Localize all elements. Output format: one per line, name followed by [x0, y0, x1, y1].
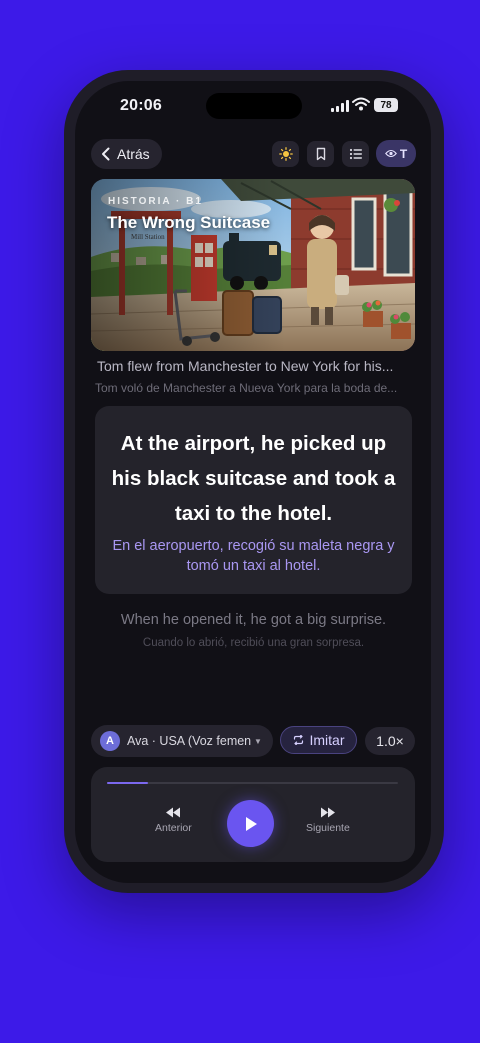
- bookmark-button[interactable]: [307, 141, 334, 167]
- status-time: 20:06: [120, 97, 162, 114]
- chevron-down-icon: ▼: [254, 736, 262, 746]
- previous-sentence-en[interactable]: Tom flew from Manchester to New York for…: [97, 358, 411, 374]
- imitate-button[interactable]: Imitar: [280, 726, 357, 754]
- play-icon: [245, 816, 257, 831]
- story-cover-image: Mill Station HISTORIA · B1 The Wrong Sui…: [91, 179, 415, 351]
- current-sentence-card[interactable]: At the airport, he picked up his black s…: [95, 406, 412, 594]
- chevron-left-icon: [102, 147, 110, 161]
- imitate-button-label: Imitar: [309, 732, 345, 748]
- sun-icon: [278, 147, 293, 161]
- previous-sentence-es: Tom voló de Manchester a Nueva York para…: [95, 381, 398, 395]
- next-sentence-en[interactable]: When he opened it, he got a big surprise…: [95, 612, 412, 628]
- next-sentence-es: Cuando lo abrió, recibió una gran sorpre…: [142, 637, 365, 649]
- theme-toggle-button[interactable]: [272, 141, 299, 167]
- list-icon: [349, 148, 362, 160]
- play-button[interactable]: [227, 800, 274, 847]
- next-button-label: Siguiente: [306, 822, 350, 834]
- story-title: The Wrong Suitcase: [107, 213, 271, 232]
- progress-bar[interactable]: [107, 782, 398, 784]
- back-button[interactable]: Atrás: [91, 139, 162, 169]
- playback-speed-button[interactable]: 1.0×: [365, 727, 415, 755]
- translation-toggle-button[interactable]: T: [376, 140, 416, 167]
- current-sentence-es: En el aeropuerto, recogió su maleta negr…: [112, 538, 395, 574]
- voice-avatar: A: [100, 731, 120, 751]
- voice-selector[interactable]: A Ava · USA (Voz femenina) ▼: [91, 725, 273, 757]
- repeat-icon: [293, 735, 303, 745]
- bookmark-icon: [316, 147, 325, 161]
- phone-screen: 20:06 78 Atrás T Mill Station HISTORIA ·…: [75, 81, 431, 883]
- next-sentence-button[interactable]: Siguiente: [306, 807, 350, 834]
- eye-icon: [384, 149, 397, 158]
- rewind-icon: [166, 807, 181, 818]
- story-level-label: HISTORIA · B1: [108, 196, 203, 207]
- previous-sentence-button[interactable]: Anterior: [155, 807, 192, 834]
- back-button-label: Atrás: [117, 146, 150, 162]
- translation-toggle-label: T: [399, 146, 408, 161]
- progress-fill: [107, 782, 148, 784]
- fast-forward-icon: [320, 807, 335, 818]
- dynamic-island: [206, 93, 302, 119]
- voice-label: Ava · USA (Voz femenina): [127, 734, 251, 748]
- sentence-list-button[interactable]: [342, 141, 369, 167]
- station-sign-text: Mill Station: [131, 233, 165, 241]
- battery-icon: 78: [374, 98, 398, 112]
- previous-button-label: Anterior: [155, 822, 192, 834]
- wifi-icon: [352, 97, 370, 111]
- audio-player: Anterior Siguiente: [91, 767, 415, 862]
- current-sentence-en: At the airport, he picked up his black s…: [111, 432, 396, 525]
- cellular-signal-icon: [331, 100, 349, 112]
